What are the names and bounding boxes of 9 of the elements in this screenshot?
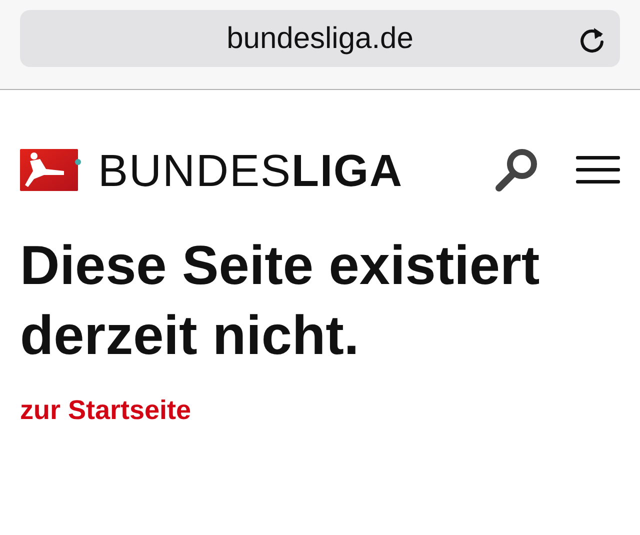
url-text: bundesliga.de [226,21,414,57]
address-bar[interactable]: bundesliga.de [20,10,620,67]
page-heading: Diese Seite existiert derzeit nicht. [20,233,540,368]
search-icon[interactable] [494,147,540,193]
home-link[interactable]: zur Startseite [20,390,192,430]
logo-text[interactable]: BUNDESLIGA [98,148,404,192]
reload-icon[interactable] [578,25,606,55]
logo-icon[interactable] [20,149,82,191]
menu-icon[interactable] [576,154,620,186]
